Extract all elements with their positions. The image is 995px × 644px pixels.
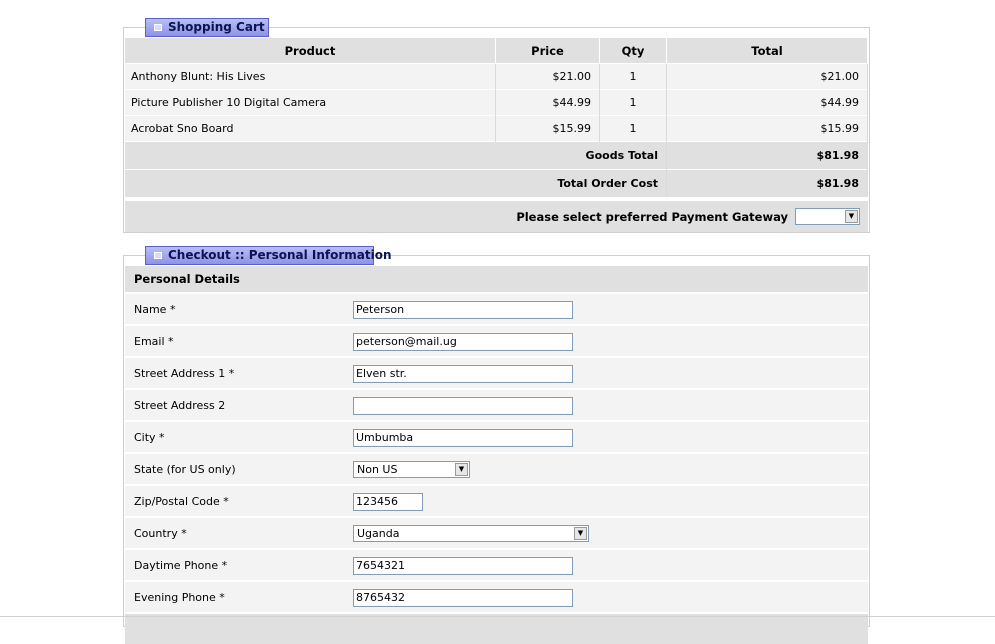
daytime-phone-value: 7654321 [356, 559, 405, 572]
table-row: Acrobat Sno Board $15.99 1 $15.99 [125, 115, 868, 142]
street-address-1-field[interactable]: Elven str. [353, 365, 573, 383]
state-select[interactable]: Non US ▼ [353, 461, 470, 478]
name-value: Peterson [356, 303, 405, 316]
street-address-2-field[interactable] [353, 397, 573, 415]
collapse-icon[interactable] [154, 252, 162, 259]
state-value: Non US [357, 463, 398, 476]
form-row-country: Country * Uganda ▼ [125, 517, 868, 548]
form-row-evening-phone: Evening Phone * 8765432 [125, 581, 868, 612]
price-cell: $21.00 [495, 63, 600, 90]
daytime-phone-field[interactable]: 7654321 [353, 557, 573, 575]
form-row-city: City * Umbumba [125, 421, 868, 452]
shopping-cart-title: Shopping Cart [168, 20, 265, 34]
col-total: Total [666, 38, 868, 64]
table-row: Picture Publisher 10 Digital Camera $44.… [125, 89, 868, 116]
personal-details-heading: Personal Details [125, 266, 868, 292]
chevron-down-icon[interactable]: ▼ [845, 210, 858, 223]
evening-phone-label: Evening Phone * [134, 591, 225, 604]
street-address-1-label: Street Address 1 * [134, 367, 235, 380]
price-cell: $44.99 [495, 89, 600, 116]
zip-label: Zip/Postal Code * [134, 495, 229, 508]
name-field[interactable]: Peterson [353, 301, 573, 319]
payment-gateway-select[interactable]: ▼ [795, 208, 860, 225]
col-price: Price [495, 38, 600, 64]
street-address-2-label: Street Address 2 [134, 399, 226, 412]
name-label: Name * [134, 303, 176, 316]
order-total-row: Total Order Cost $81.98 [125, 169, 868, 197]
total-cell: $44.99 [666, 89, 868, 116]
col-product: Product [125, 38, 496, 64]
email-label: Email * [134, 335, 174, 348]
form-row-state: State (for US only) Non US ▼ [125, 453, 868, 484]
checkout-title: Checkout :: Personal Information [168, 248, 392, 262]
goods-total-label: Goods Total [125, 141, 667, 170]
qty-cell: 1 [599, 89, 667, 116]
form-row-next [125, 613, 868, 644]
chevron-down-icon[interactable]: ▼ [574, 527, 587, 540]
collapse-icon[interactable] [154, 24, 162, 31]
form-row-email: Email * peterson@mail.ug [125, 325, 868, 356]
total-cell: $21.00 [666, 63, 868, 90]
payment-gateway-row: Please select preferred Payment Gateway … [125, 200, 868, 232]
col-qty: Qty [599, 38, 667, 64]
order-total-label: Total Order Cost [125, 169, 667, 197]
zip-value: 123456 [356, 495, 398, 508]
evening-phone-value: 8765432 [356, 591, 405, 604]
checkout-panel: Checkout :: Personal Information Persona… [123, 246, 870, 644]
email-field[interactable]: peterson@mail.ug [353, 333, 573, 351]
goods-total-row: Goods Total $81.98 [125, 141, 868, 170]
shopping-cart-tab: Shopping Cart [145, 18, 269, 37]
checkout-tab: Checkout :: Personal Information [145, 246, 392, 265]
city-label: City * [134, 431, 165, 444]
qty-cell: 1 [599, 63, 667, 90]
form-row-street2: Street Address 2 [125, 389, 868, 420]
state-label: State (for US only) [134, 463, 236, 476]
country-select[interactable]: Uganda ▼ [353, 525, 589, 542]
table-row: Anthony Blunt: His Lives $21.00 1 $21.00 [125, 63, 868, 90]
city-value: Umbumba [356, 431, 414, 444]
daytime-phone-label: Daytime Phone * [134, 559, 228, 572]
cart-table: Product Price Qty Total Anthony Blunt: H… [125, 38, 868, 197]
form-row-zip: Zip/Postal Code * 123456 [125, 485, 868, 516]
form-row-name: Name * Peterson [125, 293, 868, 324]
payment-gateway-label: Please select preferred Payment Gateway [516, 210, 788, 224]
qty-cell: 1 [599, 115, 667, 142]
price-cell: $15.99 [495, 115, 600, 142]
product-cell: Anthony Blunt: His Lives [125, 63, 496, 90]
shopping-cart-panel: Shopping Cart Product Price Qty Total An… [123, 18, 870, 233]
city-field[interactable]: Umbumba [353, 429, 573, 447]
product-cell: Picture Publisher 10 Digital Camera [125, 89, 496, 116]
product-cell: Acrobat Sno Board [125, 115, 496, 142]
form-row-street1: Street Address 1 * Elven str. [125, 357, 868, 388]
evening-phone-field[interactable]: 8765432 [353, 589, 573, 607]
zip-field[interactable]: 123456 [353, 493, 423, 511]
country-value: Uganda [357, 527, 400, 540]
email-value: peterson@mail.ug [356, 335, 457, 348]
street-address-1-value: Elven str. [356, 367, 407, 380]
chevron-down-icon[interactable]: ▼ [455, 463, 468, 476]
order-total-value: $81.98 [666, 169, 868, 197]
total-cell: $15.99 [666, 115, 868, 142]
form-row-daytime-phone: Daytime Phone * 7654321 [125, 549, 868, 580]
country-label: Country * [134, 527, 187, 540]
goods-total-value: $81.98 [666, 141, 868, 170]
